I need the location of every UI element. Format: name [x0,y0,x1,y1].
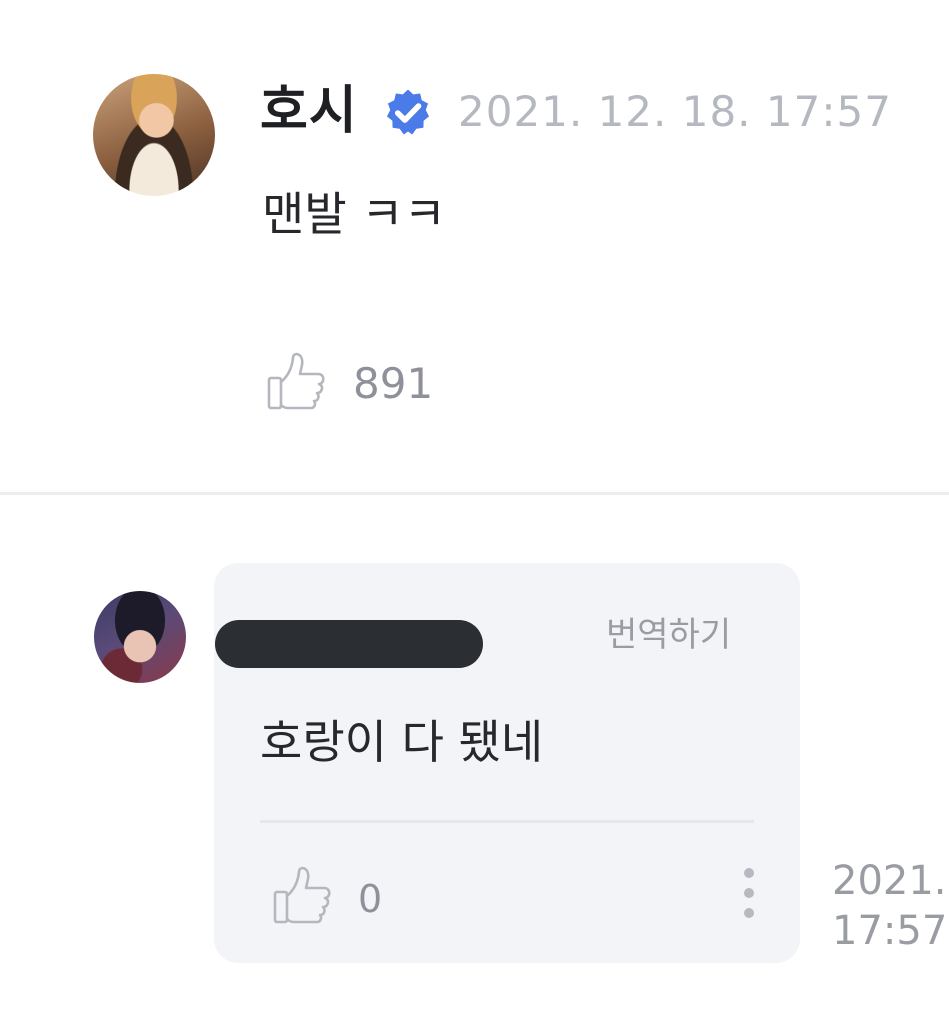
post-text: 맨발 ㅋㅋ [262,187,446,241]
comment-date-line2: 17:57 [832,908,948,954]
verified-badge-icon [387,89,429,135]
thumbs-up-icon[interactable] [266,352,328,412]
author-name[interactable]: 호시 [260,78,358,144]
section-divider [0,492,949,495]
thumbs-up-icon[interactable] [272,866,334,926]
comment-divider [260,820,754,823]
comment-text: 호랑이 다 됐네 [260,715,544,769]
commenter-avatar[interactable] [94,591,186,683]
comment-like-count: 0 [358,877,383,921]
post-date: 2021. 12. 18. 17:57 [458,87,892,136]
translate-button[interactable]: 번역하기 [606,612,731,658]
comment-date-line1: 2021. [832,858,947,904]
comment-date: 2021. 17:57 [832,856,949,956]
commenter-name-redacted [215,620,483,668]
author-avatar[interactable] [93,74,215,196]
post-like-count: 891 [353,359,434,408]
more-vertical-icon[interactable] [733,862,765,924]
